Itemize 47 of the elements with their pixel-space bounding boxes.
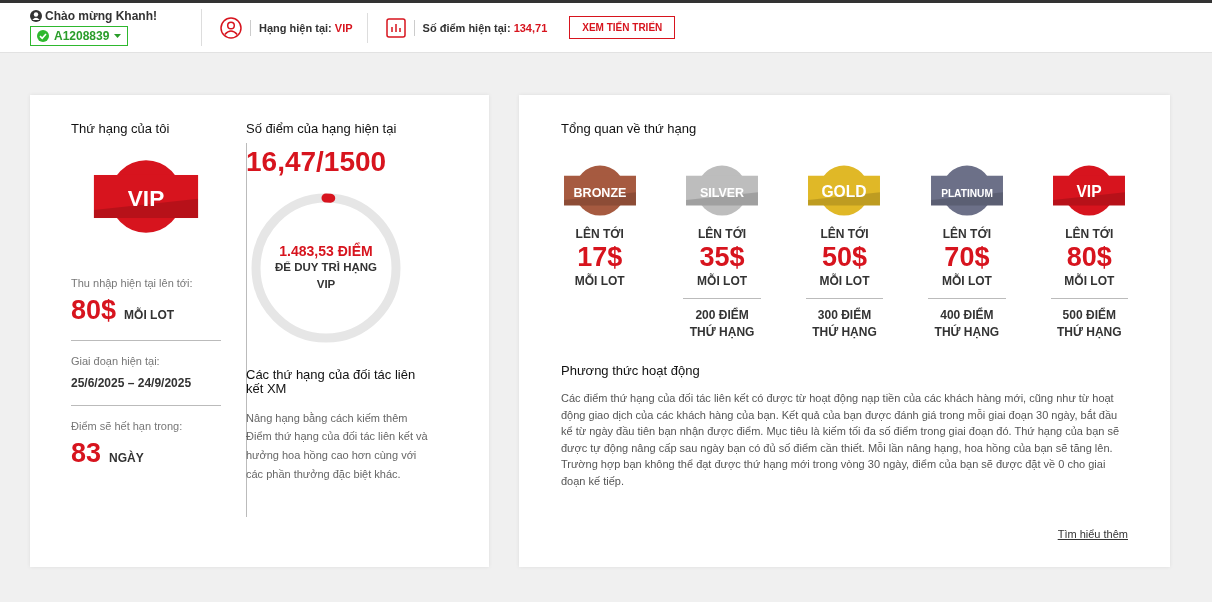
section-title: Các thứ hạng của đối tác liên kết XM <box>246 368 417 397</box>
tier-per-lot: MỖI LOT <box>1050 273 1128 299</box>
welcome-text: Chào mừng Khanh! <box>45 9 157 23</box>
stat-label: Giai đoạn hiện tại: <box>71 355 161 367</box>
card-title: Số điểm của hạng hiện tại <box>246 121 398 136</box>
current-rank: Hạng hiện tại: VIP <box>259 21 353 34</box>
user-icon <box>220 16 242 39</box>
bar-chart-icon <box>385 17 406 38</box>
tier-up-to: LÊN TỚI <box>575 227 624 242</box>
caret-icon <box>114 34 122 38</box>
tier-up-to: LÊN TỚI <box>1065 227 1114 242</box>
section-text: Các điểm thứ hạng của đối tác liên kết có được từ hoạt động nạp tiền của các khách hàng mới, cũng như từ hoạt động giao dịch của các khách hàng của bạn. Kết quả của bạn được đánh giá trong mỗi giai đoạn 30 ngày, bắt đầu kể từ ngày đầu tiên bạn nhận được điểm. Mục tiêu là kiếm tối đa số điểm trong giai đoạn đó. Thứ hạng của bạn sẽ được tự động nâng cấp sau ngày bạn có đủ số điểm cần thiết. Mỗi lần nâng hạng, hoa hồng của bạn sẽ tăng lên. Trường hợp bạn không thể đạt được thứ hạng mới trong vòng 30 ngày, điểm của bạn sẽ được đặt về 0 cho giai đoạn kế tiếp. <box>561 391 1121 489</box>
tier-requirement: 400 ĐIỂM THỨ HẠNG <box>933 306 1001 341</box>
stat-value: 80$ <box>71 295 117 326</box>
remaining-points: 1.483,53 ĐIỂM <box>279 242 373 259</box>
tier-per-lot: MỖI LOT <box>683 273 761 299</box>
remaining-caption: ĐỂ DUY TRÌ HẠNG VIP <box>274 259 378 292</box>
tier-amount: 50$ <box>821 241 867 273</box>
section-title: Phương thức hoạt động <box>561 363 701 379</box>
learn-more-link[interactable]: Tìm hiểu thêm <box>1057 528 1128 540</box>
stat-value: 25/6/2025 – 24/9/2025 <box>71 376 192 390</box>
current-points: Số điểm hiện tại: 134,71 <box>422 21 548 34</box>
card-title: Tổng quan về thứ hạng <box>561 121 698 136</box>
tier-requirement: 300 ĐIỂM THỨ HẠNG <box>811 306 878 341</box>
tier-per-lot: MỖI LOT <box>805 273 884 299</box>
view-progress-button[interactable]: XEM TIẾN TRIỂN <box>569 16 676 39</box>
tier-up-to: LÊN TỚI <box>820 227 869 242</box>
tier-amount: 35$ <box>699 241 745 273</box>
stat-label: Điểm sẽ hết hạn trong: <box>71 420 184 432</box>
tier-up-to: LÊN TỚI <box>942 227 991 242</box>
tier-amount: 70$ <box>944 241 990 273</box>
card-title: Thứ hạng của tôi <box>71 121 171 136</box>
tier-requirement: 500 ĐIỂM THỨ HẠNG <box>1056 306 1123 341</box>
stat-label: Thu nhập hiện tại lên tới: <box>71 277 194 289</box>
account-dropdown[interactable]: A1208839 <box>30 26 129 46</box>
stat-unit: NGÀY <box>109 451 144 465</box>
tier-up-to: LÊN TỚI <box>697 227 747 242</box>
tier-per-lot: MỖI LOT <box>928 273 1006 299</box>
user-icon <box>30 10 42 22</box>
points-progress-value: 16,47/1500 <box>246 146 388 178</box>
tier-per-lot: MỖI LOT <box>573 273 626 290</box>
stat-value: 83 <box>71 438 102 469</box>
tier-requirement: 200 ĐIỂM THỨ HẠNG <box>688 306 756 341</box>
tier-amount: 17$ <box>577 241 623 273</box>
section-text: Nâng hạng bằng cách kiếm thêm Điểm thứ hạng của đối tác liên kết và hưởng hoa hồng cao hơn cùng với các phần thưởng đặc biệt khác. <box>246 410 429 482</box>
stat-unit: MỖI LOT <box>124 308 175 322</box>
tier-amount: 80$ <box>1066 241 1112 273</box>
